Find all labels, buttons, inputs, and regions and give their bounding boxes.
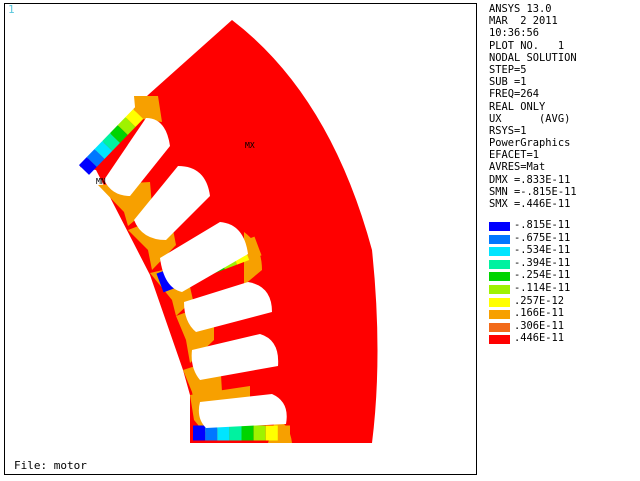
legend-swatch xyxy=(489,322,510,332)
info-line: NODAL SOLUTION xyxy=(489,51,577,64)
legend-entry: .166E-11 xyxy=(489,307,639,320)
min-marker: MN xyxy=(96,177,106,186)
info-line: PLOT NO. 1 xyxy=(489,39,565,52)
legend-value: -.254E-11 xyxy=(514,269,571,282)
info-line: ANSYS 13.0 xyxy=(489,3,552,15)
legend-value: .446E-11 xyxy=(514,332,565,345)
legend-value: -.114E-11 xyxy=(514,281,571,294)
legend-value: .166E-11 xyxy=(514,307,565,320)
window-number: 1 xyxy=(8,3,15,16)
legend-entry: -.394E-11 xyxy=(489,257,639,270)
info-line: AVRES=Mat xyxy=(489,161,546,174)
info-line: PowerGraphics xyxy=(489,137,571,150)
contour-band xyxy=(133,101,152,119)
legend-swatch xyxy=(489,335,510,345)
legend-entry: -.815E-11 xyxy=(489,219,639,232)
info-line: SMX =.446E-11 xyxy=(489,198,571,210)
info-line: EFACET=1 xyxy=(489,149,540,162)
contour-band xyxy=(242,236,262,260)
legend-swatch xyxy=(489,222,510,231)
file-label: File: motor xyxy=(14,459,87,472)
legend-swatch xyxy=(489,272,510,282)
legend-swatch xyxy=(489,234,510,244)
info-line: SUB =1 xyxy=(489,76,527,89)
legend-swatch xyxy=(489,310,510,320)
legend-value: -.534E-11 xyxy=(514,244,571,257)
legend-entry: -.534E-11 xyxy=(489,244,639,257)
legend-value: -.815E-11 xyxy=(514,219,571,231)
contour-band xyxy=(94,141,113,159)
contour-legend: -.815E-11 -.675E-11 -.534E-11 -.394E-11 -.25… xyxy=(489,219,639,345)
solution-info-panel: ANSYS 13.0 MAR 2 2011 10:36:56 PLOT NO. 1 NO… xyxy=(489,3,639,210)
max-marker: MX xyxy=(245,141,255,150)
legend-swatch xyxy=(489,259,510,269)
contour-band xyxy=(117,117,136,135)
contour-band xyxy=(109,125,128,143)
info-line: DMX =.833E-11 xyxy=(489,173,571,186)
contour-band xyxy=(102,133,121,151)
legend-swatch xyxy=(489,284,510,294)
legend-entry: -.114E-11 xyxy=(489,282,639,295)
info-line: SMN =-.815E-11 xyxy=(489,185,577,198)
info-line: FREQ=264 xyxy=(489,88,540,101)
info-line: UX (AVG) xyxy=(489,112,571,125)
legend-swatch xyxy=(489,247,510,257)
info-line: STEP=5 xyxy=(489,63,527,76)
legend-value: .257E-12 xyxy=(514,294,565,307)
legend-value: -.675E-11 xyxy=(514,231,571,244)
legend-entry: -.675E-11 xyxy=(489,232,639,245)
contour-band xyxy=(125,109,144,127)
contour-band xyxy=(86,149,105,167)
legend-value: -.394E-11 xyxy=(514,256,571,269)
legend-swatch xyxy=(489,297,510,307)
info-line: RSYS=1 xyxy=(489,124,527,137)
info-line: REAL ONLY xyxy=(489,100,546,113)
info-line: 10:36:56 xyxy=(489,27,540,40)
legend-entry: -.254E-11 xyxy=(489,269,639,282)
legend-entry: .306E-11 xyxy=(489,320,639,333)
legend-entry: .257E-12 xyxy=(489,295,639,308)
info-line: MAR 2 2011 xyxy=(489,15,558,28)
contour-band xyxy=(78,157,97,175)
legend-value: .306E-11 xyxy=(514,319,565,332)
legend-entry: .446E-11 xyxy=(489,332,639,345)
